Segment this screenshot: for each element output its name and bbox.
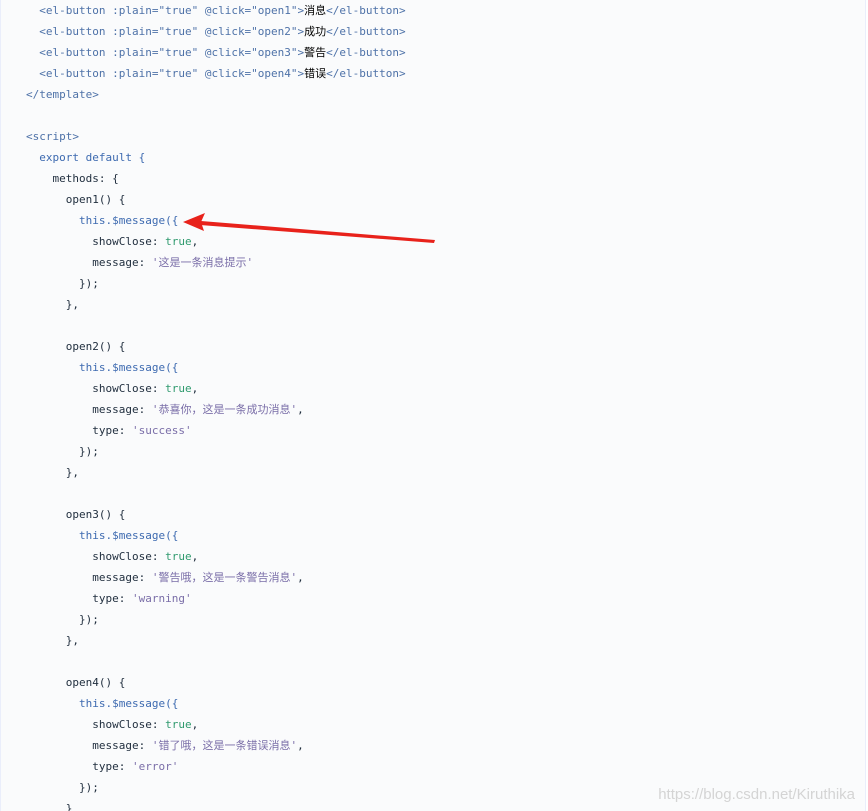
annotation-arrow-icon (183, 213, 435, 243)
arrow-shaft (200, 221, 435, 243)
code-block: <el-button :plain="true" @click="open1">… (0, 0, 866, 811)
watermark: https://blog.csdn.net/Kiruthika (658, 786, 855, 803)
